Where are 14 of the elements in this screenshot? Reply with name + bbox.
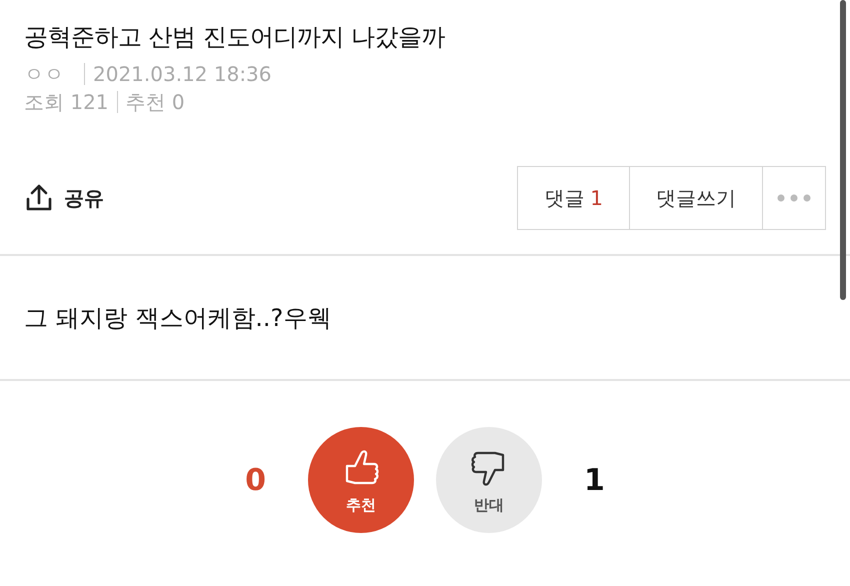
post-date: 2021.03.12 18:36 [93, 61, 272, 88]
oppose-button[interactable]: 반대 [436, 427, 542, 533]
share-icon [24, 183, 54, 213]
recommend-button[interactable]: 추천 [308, 427, 414, 533]
post-title: 공혁준하고 산범 진도어디까지 나갔을까 [24, 22, 446, 53]
more-icon [777, 194, 811, 202]
recommend-count: 추천 0 [126, 89, 185, 116]
scrollbar[interactable] [840, 0, 846, 300]
share-button[interactable]: 공유 [24, 183, 104, 213]
author-name: ㅇㅇ [24, 61, 64, 88]
post-body: 그 돼지랑 잭스어케함..?우웩 [23, 302, 332, 334]
vote-count: 1 [584, 462, 605, 498]
vote-count: 0 [245, 462, 266, 498]
view-count: 조회 121 [24, 89, 109, 116]
